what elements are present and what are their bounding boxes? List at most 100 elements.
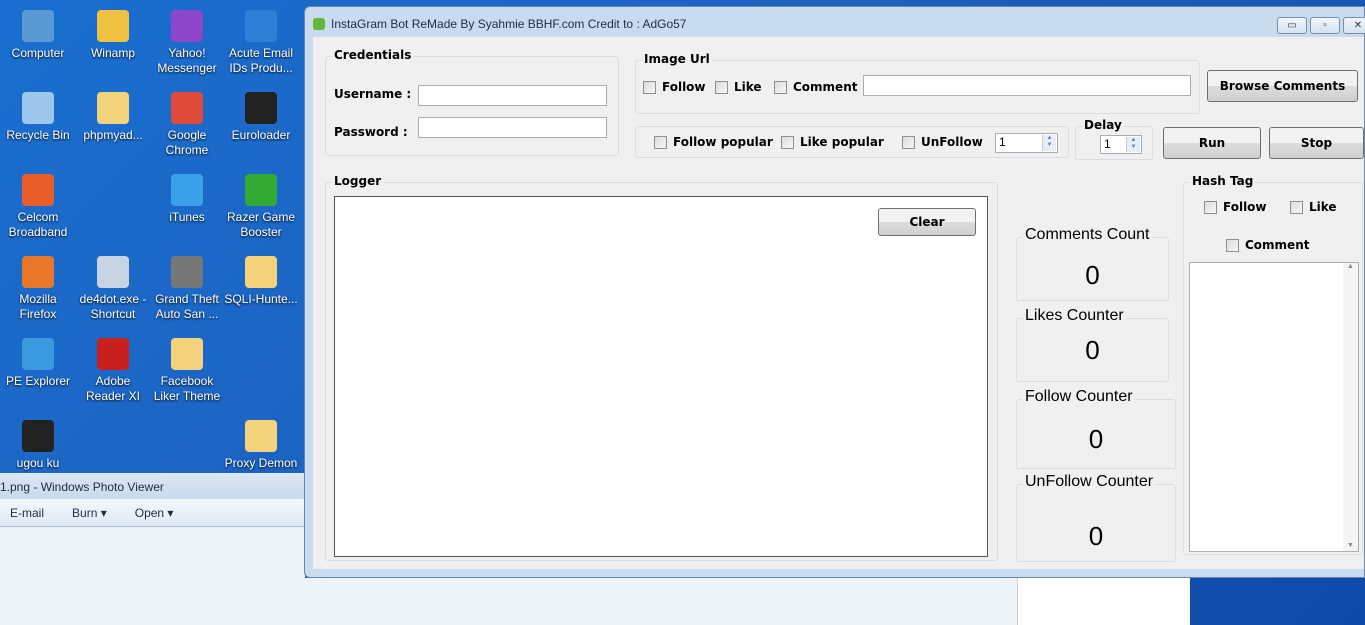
scroll-up-icon[interactable]: ▲	[1343, 263, 1358, 270]
desktop-icon-label: ugou ku	[16, 456, 60, 470]
app-icon	[97, 338, 129, 370]
background-window	[1017, 578, 1190, 625]
unfollow-spinner[interactable]: 1 ▲ ▼	[995, 133, 1058, 153]
hashtag-list[interactable]: ▲ ▼	[1189, 262, 1359, 552]
desktop-icon[interactable]: Adobe Reader XI	[75, 338, 151, 404]
like-popular-label: Like popular	[800, 135, 884, 149]
desktop-icon[interactable]: Mozilla Firefox	[0, 256, 76, 322]
counter-value: 0	[1088, 424, 1104, 454]
app-icon	[245, 256, 277, 288]
image-like-checkbox[interactable]: Like	[715, 80, 762, 94]
app-icon	[245, 92, 277, 124]
unfollow-label: UnFollow	[921, 135, 983, 149]
hashtag-like-checkbox[interactable]: Like	[1290, 200, 1337, 214]
delay-legend: Delay	[1082, 118, 1124, 132]
comments-counter: Comments Count 0	[1016, 226, 1169, 301]
checkbox-box	[1290, 200, 1303, 214]
app-icon	[171, 174, 203, 206]
run-button[interactable]: Run	[1163, 127, 1261, 159]
desktop-icon[interactable]: Winamp	[75, 10, 151, 61]
like-label: Like	[1309, 200, 1337, 214]
desktop-icon[interactable]: SQLI-Hunte...	[223, 256, 299, 307]
app-window: InstaGram Bot ReMade By Syahmie BBHF.com…	[304, 6, 1365, 578]
app-icon	[171, 10, 203, 42]
desktop-icon[interactable]: Computer	[0, 10, 76, 61]
delay-spinner[interactable]: 1 ▲ ▼	[1100, 135, 1142, 154]
desktop-icon[interactable]: phpmyad...	[75, 92, 151, 143]
image-comment-checkbox[interactable]: Comment	[774, 80, 857, 94]
app-icon	[171, 338, 203, 370]
checkbox-box	[654, 135, 667, 149]
desktop-icon[interactable]: Euroloader	[223, 92, 299, 143]
checkbox-box	[781, 135, 794, 149]
desktop-icon[interactable]: ugou ku	[0, 420, 76, 471]
open-menu[interactable]: Open ▾	[135, 506, 174, 520]
clear-button[interactable]: Clear	[878, 208, 976, 236]
desktop-icon-label: Celcom Broadband	[8, 210, 68, 239]
spinner-arrows-icon[interactable]: ▲ ▼	[1126, 137, 1140, 152]
photo-viewer-menu: E-mail Burn ▾ Open ▾	[0, 499, 305, 527]
desktop-icon[interactable]: Recycle Bin	[0, 92, 76, 143]
browse-comments-button[interactable]: Browse Comments	[1207, 70, 1358, 102]
email-menu[interactable]: E-mail	[10, 506, 44, 520]
scrollbar[interactable]: ▲ ▼	[1343, 263, 1358, 551]
app-icon	[22, 256, 54, 288]
hashtag-comment-checkbox[interactable]: Comment	[1226, 238, 1309, 252]
app-icon	[22, 338, 54, 370]
minimize-button[interactable]: ▭	[1277, 17, 1307, 34]
desktop-icon[interactable]: de4dot.exe - Shortcut	[75, 256, 151, 322]
desktop-icon[interactable]: Grand Theft Auto San ...	[149, 256, 225, 322]
burn-label: Burn	[72, 506, 98, 520]
app-icon	[22, 420, 54, 452]
follow-label: Follow	[662, 80, 706, 94]
hashtag-follow-checkbox[interactable]: Follow	[1204, 200, 1267, 214]
delay-group: Delay 1 ▲ ▼	[1075, 118, 1153, 160]
like-popular-checkbox[interactable]: Like popular	[781, 135, 884, 149]
password-label: Password :	[334, 125, 408, 139]
desktop-icon[interactable]: Facebook Liker Theme	[149, 338, 225, 404]
counter-value: 0	[1088, 521, 1104, 551]
desktop-icon[interactable]: Yahoo! Messenger	[149, 10, 225, 76]
image-url-input[interactable]	[863, 75, 1191, 96]
popular-group: Follow popular Like popular UnFollow 1 ▲ ▼	[635, 126, 1069, 158]
desktop-icon-label: Acute Email IDs Produ...	[228, 46, 294, 75]
image-url-group: Image Url Follow Like Comment	[635, 52, 1200, 114]
stop-button[interactable]: Stop	[1269, 127, 1364, 159]
spinner-arrows-icon[interactable]: ▲ ▼	[1042, 135, 1056, 151]
desktop-icon-label: iTunes	[169, 210, 205, 224]
desktop-icon-label: PE Explorer	[5, 374, 71, 388]
credentials-legend: Credentials	[332, 48, 414, 62]
logger-textarea[interactable]	[334, 196, 988, 557]
username-input[interactable]	[418, 85, 607, 106]
desktop-icon-label: Mozilla Firefox	[19, 292, 57, 321]
desktop-icon-label: Grand Theft Auto San ...	[155, 292, 219, 321]
follow-popular-label: Follow popular	[673, 135, 773, 149]
unfollow-checkbox[interactable]: UnFollow	[902, 135, 983, 149]
app-icon	[171, 256, 203, 288]
counter-value: 0	[1085, 335, 1100, 365]
close-button[interactable]: ✕	[1343, 17, 1365, 34]
desktop-icon[interactable]: Celcom Broadband	[0, 174, 76, 240]
follow-popular-checkbox[interactable]: Follow popular	[654, 135, 773, 149]
desktop-icon-label: Adobe Reader XI	[85, 374, 141, 403]
photo-viewer-window[interactable]: 1.png - Windows Photo Viewer E-mail Burn…	[0, 473, 305, 625]
counter-label: Comments Count	[1023, 226, 1152, 244]
hashtag-legend: Hash Tag	[1190, 174, 1256, 188]
burn-menu[interactable]: Burn ▾	[72, 506, 107, 520]
maximize-button[interactable]: ▫	[1310, 17, 1340, 34]
likes-counter: Likes Counter 0	[1016, 307, 1169, 382]
desktop-icon[interactable]: PE Explorer	[0, 338, 76, 389]
image-follow-checkbox[interactable]: Follow	[643, 80, 706, 94]
desktop-icon[interactable]: Acute Email IDs Produ...	[223, 10, 299, 76]
unfollow-counter: UnFollow Counter 0	[1016, 473, 1176, 562]
desktop-icon[interactable]: iTunes	[149, 174, 225, 225]
app-icon	[22, 92, 54, 124]
desktop-icon-label: Recycle Bin	[6, 128, 70, 142]
scroll-down-icon[interactable]: ▼	[1343, 542, 1358, 549]
password-input[interactable]	[418, 117, 607, 138]
desktop-icon[interactable]: Razer Game Booster	[223, 174, 299, 240]
desktop-icon-label: Yahoo! Messenger	[157, 46, 217, 75]
desktop-icon[interactable]: Proxy Demon	[223, 420, 299, 471]
desktop-icon-label: Proxy Demon	[224, 456, 298, 470]
desktop-icon[interactable]: Google Chrome	[149, 92, 225, 158]
